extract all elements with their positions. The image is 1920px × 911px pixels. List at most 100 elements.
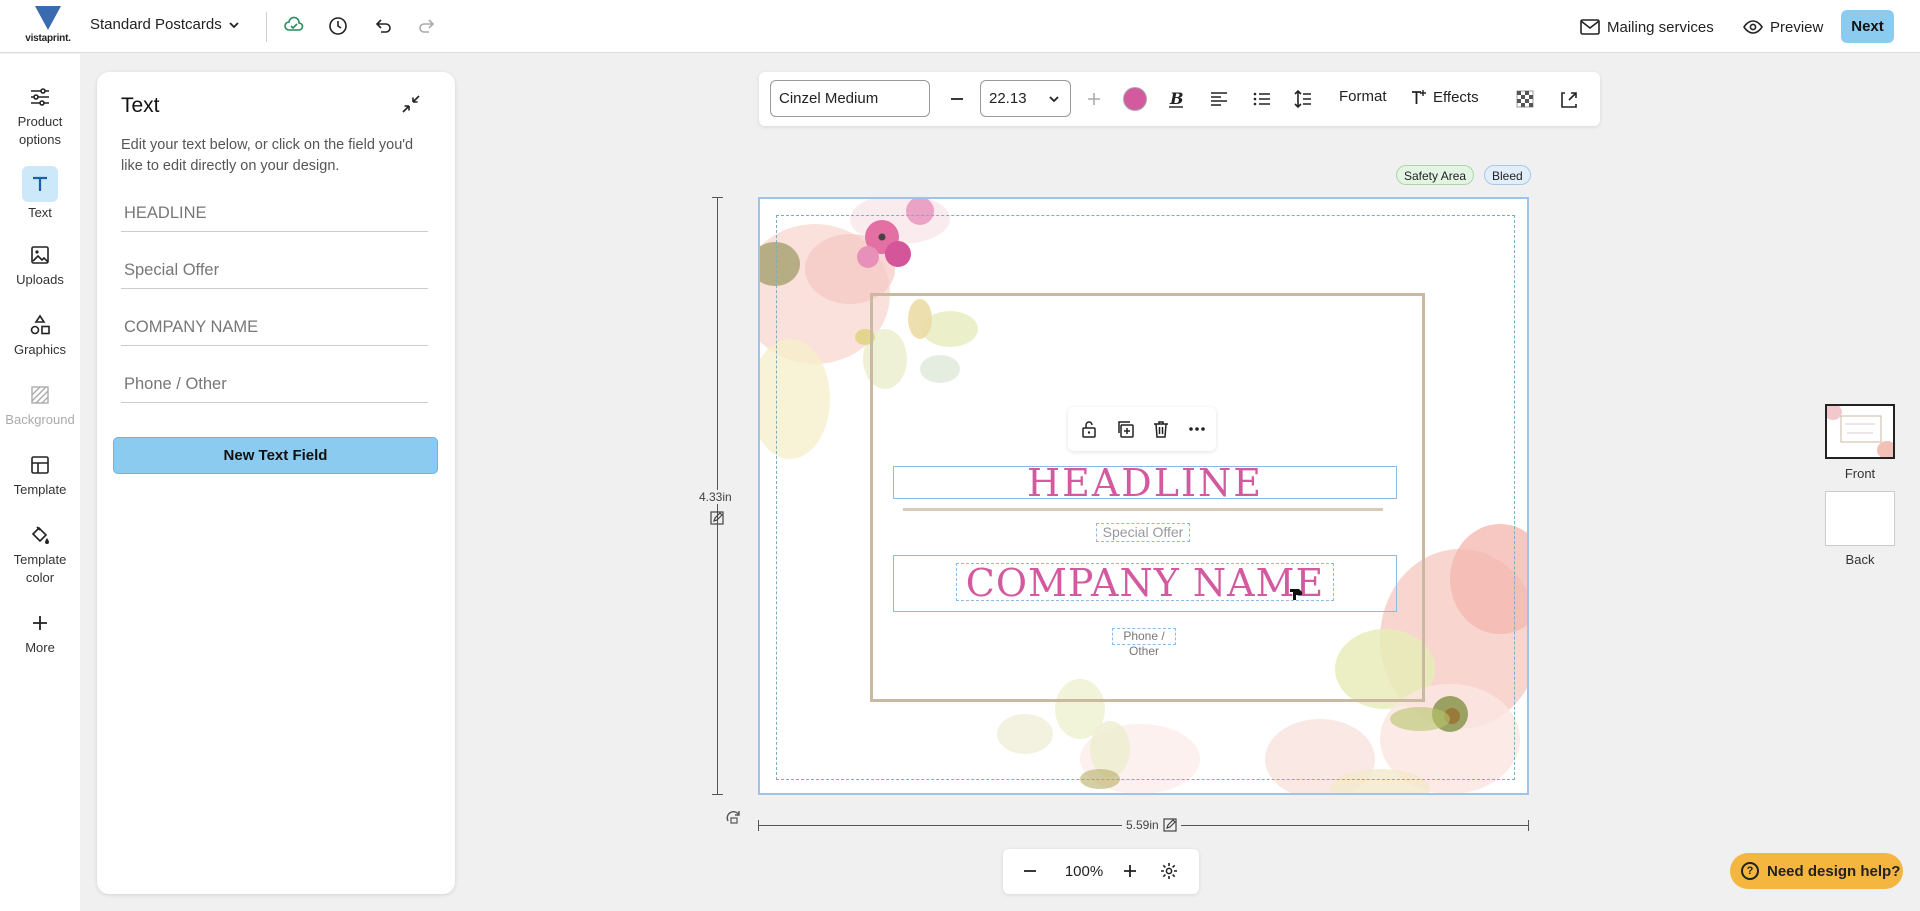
width-label: 5.59in — [1126, 818, 1159, 832]
preview-label: Preview — [1770, 18, 1824, 36]
font-size-value: 22.13 — [989, 90, 1027, 107]
panel-title: Text — [121, 94, 160, 117]
edit-width-icon[interactable] — [1163, 818, 1177, 832]
zoom-in-icon[interactable] — [1119, 860, 1141, 882]
cloud-save-icon[interactable] — [283, 15, 305, 37]
canvas-headline[interactable]: HEADLINE — [893, 464, 1397, 502]
text-field-company-name[interactable]: COMPANY NAME — [121, 306, 428, 346]
safety-area-badge[interactable]: Safety Area — [1396, 165, 1475, 185]
element-context-toolbar — [1068, 407, 1216, 451]
decorative-rule — [903, 508, 1383, 511]
paint-bucket-icon — [0, 521, 80, 549]
preview-button[interactable]: Preview — [1743, 12, 1823, 42]
effects-label: Effects — [1433, 88, 1479, 106]
collapse-icon[interactable] — [401, 94, 423, 116]
svg-text:B: B — [1169, 90, 1184, 108]
line-spacing-icon[interactable] — [1289, 85, 1317, 113]
rail-label-product-options: Product options — [17, 114, 63, 147]
delete-icon[interactable] — [1150, 418, 1172, 440]
unlock-icon[interactable] — [1078, 418, 1100, 440]
rail-item-graphics[interactable]: Graphics — [0, 311, 80, 359]
top-bar: vistaprint. Standard Postcards Mailing s… — [0, 0, 1920, 53]
height-label: 4.33in — [695, 490, 736, 504]
zoom-out-icon[interactable] — [1019, 860, 1041, 882]
left-rail: Product options Text Uploads Graphics Ba… — [0, 54, 80, 911]
increase-size-icon[interactable] — [1080, 85, 1108, 113]
zoom-value[interactable]: 100% — [1059, 860, 1109, 882]
logo-text: vistaprint. — [25, 33, 71, 44]
text-toolbar: Cinzel Medium 22.13 B Format Effects — [759, 72, 1600, 126]
back-label: Back — [1845, 552, 1875, 567]
text-field-special-offer[interactable]: Special Offer — [121, 249, 428, 289]
text-color-swatch[interactable] — [1121, 85, 1149, 113]
product-name: Standard Postcards — [90, 16, 222, 33]
transparency-icon[interactable] — [1511, 85, 1539, 113]
rail-item-template[interactable]: Template — [0, 451, 80, 499]
rail-label-text: Text — [28, 205, 52, 220]
cursor-icon — [1290, 589, 1302, 600]
more-options-icon[interactable] — [1186, 418, 1208, 440]
arrange-icon[interactable] — [1555, 85, 1583, 113]
design-canvas[interactable]: HEADLINE Special Offer COMPANY NAME Phon… — [758, 197, 1529, 795]
rail-label-template: Template — [13, 482, 67, 497]
mailing-services-label: Mailing services — [1607, 18, 1714, 36]
product-selector[interactable]: Standard Postcards — [90, 16, 240, 33]
rotate-icon[interactable] — [723, 807, 745, 829]
text-field-headline[interactable]: HEADLINE — [121, 192, 428, 232]
rail-item-product-options[interactable]: Product options — [0, 83, 80, 149]
mailing-services-button[interactable]: Mailing services — [1580, 12, 1714, 42]
canvas-special-offer[interactable]: Special Offer — [1096, 523, 1190, 542]
bleed-badge[interactable]: Bleed — [1484, 165, 1531, 185]
next-button[interactable]: Next — [1841, 10, 1894, 43]
align-left-icon[interactable] — [1205, 85, 1233, 113]
eye-icon — [1743, 20, 1763, 34]
font-size-select[interactable]: 22.13 — [980, 80, 1071, 117]
decrease-size-icon[interactable] — [943, 85, 971, 113]
rail-label-background: Background — [5, 412, 75, 427]
edit-height-icon[interactable] — [706, 507, 728, 529]
help-icon: ? — [1741, 862, 1759, 880]
new-text-field-button[interactable]: New Text Field — [113, 437, 438, 474]
front-thumbnail-preview — [1824, 404, 1897, 459]
format-button[interactable]: Format — [1339, 88, 1387, 105]
rail-item-uploads[interactable]: Uploads — [0, 241, 80, 289]
history-icon[interactable] — [327, 15, 349, 37]
rail-item-background[interactable]: Background — [0, 381, 80, 429]
list-icon[interactable] — [1248, 85, 1276, 113]
rail-item-text[interactable]: Text — [0, 166, 80, 222]
vistaprint-logo[interactable]: vistaprint. — [22, 6, 74, 46]
back-thumbnail[interactable] — [1825, 491, 1895, 546]
rail-item-template-color[interactable]: Template color — [0, 521, 80, 587]
undo-icon[interactable] — [372, 15, 394, 37]
text-icon — [0, 166, 80, 202]
help-label: Need design help? — [1767, 862, 1901, 880]
canvas-phone[interactable]: Phone / Other — [1112, 628, 1176, 658]
panel-description: Edit your text below, or click on the fi… — [121, 137, 414, 174]
image-icon — [0, 241, 80, 269]
sliders-icon — [0, 83, 80, 111]
redo-icon[interactable] — [416, 15, 438, 37]
duplicate-icon[interactable] — [1114, 418, 1136, 440]
header-divider — [266, 12, 267, 42]
front-thumbnail[interactable] — [1824, 404, 1897, 459]
front-label: Front — [1844, 466, 1876, 481]
canvas-company-name[interactable]: COMPANY NAME — [956, 563, 1334, 601]
template-icon — [0, 451, 80, 479]
chevron-down-icon — [229, 21, 239, 28]
need-design-help-button[interactable]: ? Need design help? — [1730, 853, 1903, 889]
font-family-select[interactable]: Cinzel Medium — [770, 80, 930, 117]
rail-label-graphics: Graphics — [13, 342, 67, 357]
logo-mark-icon — [35, 6, 61, 30]
rail-label-uploads: Uploads — [16, 272, 64, 287]
text-field-phone[interactable]: Phone / Other — [121, 363, 428, 403]
plus-icon — [0, 609, 80, 637]
chevron-down-icon — [1049, 96, 1059, 103]
effects-button[interactable]: Effects — [1410, 88, 1479, 106]
settings-icon[interactable] — [1158, 860, 1180, 882]
mail-icon — [1580, 19, 1600, 35]
background-icon — [0, 381, 80, 409]
rail-item-more[interactable]: More — [0, 609, 80, 657]
width-dimension: 5.59in — [1122, 818, 1181, 832]
bold-icon[interactable]: B — [1162, 85, 1190, 113]
text-panel: Text Edit your text below, or click on t… — [97, 72, 455, 894]
